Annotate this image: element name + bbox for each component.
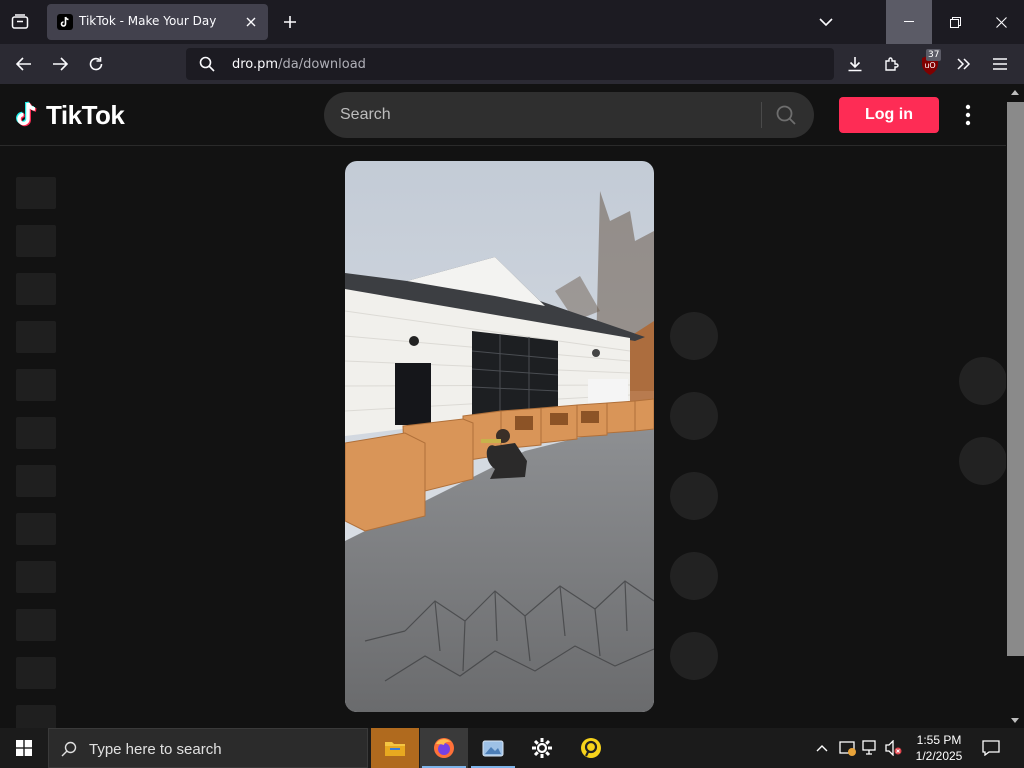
scroll-up-icon[interactable]: [1008, 86, 1022, 98]
tab-list-icon[interactable]: [8, 10, 32, 34]
sidebar-skeleton: [16, 609, 56, 641]
puzzle-icon[interactable]: [880, 52, 904, 76]
security-tray-icon[interactable]: [838, 738, 858, 758]
video-player[interactable]: [345, 161, 654, 712]
hamburger-icon[interactable]: [988, 52, 1012, 76]
network-icon[interactable]: [861, 738, 881, 758]
tiktok-logo-text[interactable]: TikTok: [46, 100, 125, 131]
sidebar-skeleton: [16, 273, 56, 305]
firefox-icon[interactable]: [420, 728, 468, 768]
plus-icon[interactable]: [278, 10, 302, 34]
tiktok-search-input[interactable]: Search: [324, 92, 814, 138]
clock-time: 1:55 PM: [916, 733, 962, 747]
app-icon[interactable]: [567, 728, 615, 768]
address-bar[interactable]: dro.pm/da/download: [186, 48, 834, 80]
arrow-right-icon[interactable]: [48, 52, 72, 76]
photos-app-icon[interactable]: [469, 728, 517, 768]
close-tab-icon[interactable]: [241, 12, 261, 32]
taskbar-search-input[interactable]: Type here to search: [48, 728, 368, 768]
search-divider: [761, 102, 762, 128]
sidebar-skeleton: [16, 561, 56, 593]
sidebar-skeleton: [16, 657, 56, 689]
sidebar-skeleton: [16, 705, 56, 728]
close-icon: [995, 16, 1007, 28]
browser-tab-bar: TikTok - Make Your Day: [0, 0, 1024, 44]
file-explorer-icon[interactable]: [371, 728, 419, 768]
nav-up-placeholder: [959, 357, 1006, 405]
action-button-placeholder: [670, 472, 718, 520]
nav-down-placeholder: [959, 437, 1006, 485]
taskbar-clock[interactable]: 1:55 PM 1/2/2025: [908, 732, 970, 764]
svg-text:uO: uO: [924, 61, 935, 70]
url-path: /da/download: [278, 57, 366, 72]
scroll-down-icon[interactable]: [1008, 714, 1022, 726]
login-button[interactable]: Log in: [839, 97, 939, 133]
search-icon: [198, 55, 216, 73]
chevron-up-icon[interactable]: [814, 740, 830, 756]
tiktok-header: TikTok Search Log in: [0, 84, 1006, 146]
action-button-placeholder: [670, 552, 718, 600]
browser-nav-bar: dro.pm/da/download uO 37: [0, 44, 1024, 84]
sidebar-skeleton: [16, 513, 56, 545]
minimize-icon: [904, 21, 914, 22]
tab-title: TikTok - Make Your Day: [79, 14, 217, 28]
sidebar-skeleton: [16, 369, 56, 401]
sidebar-skeleton: [16, 321, 56, 353]
minimize-button[interactable]: [886, 0, 932, 44]
tiktok-logo-icon[interactable]: [14, 100, 42, 130]
reload-icon[interactable]: [84, 52, 108, 76]
gear-icon[interactable]: [518, 728, 566, 768]
sidebar-skeleton: [16, 225, 56, 257]
chevron-double-right-icon[interactable]: [952, 52, 976, 76]
notification-icon[interactable]: [980, 738, 1002, 758]
action-button-placeholder: [670, 632, 718, 680]
extension-badge: 37: [926, 49, 942, 61]
action-button-placeholder: [670, 392, 718, 440]
scrollbar-thumb[interactable]: [1007, 102, 1024, 656]
sidebar-skeleton: [16, 177, 56, 209]
more-options-icon[interactable]: [958, 102, 978, 128]
url-text: dro.pm/da/download: [232, 57, 366, 72]
search-placeholder: Search: [340, 106, 391, 123]
search-icon: [59, 739, 79, 759]
download-icon[interactable]: [843, 52, 867, 76]
tiktok-favicon-icon: [57, 14, 73, 30]
url-domain: dro.pm: [232, 57, 279, 72]
taskbar-search-placeholder: Type here to search: [89, 741, 222, 758]
close-window-button[interactable]: [978, 0, 1024, 44]
restore-button[interactable]: [932, 0, 978, 44]
arrow-left-icon[interactable]: [12, 52, 36, 76]
ublock-extension-button[interactable]: uO 37: [918, 49, 942, 76]
volume-muted-icon[interactable]: [884, 738, 904, 758]
tab-tiktok[interactable]: TikTok - Make Your Day: [47, 4, 268, 40]
search-icon[interactable]: [774, 104, 798, 126]
windows-taskbar: Type here to search 1:55 PM 1/2/2025: [0, 728, 1024, 768]
windows-start-icon[interactable]: [0, 728, 48, 768]
restore-icon: [949, 16, 961, 28]
sidebar-skeleton: [16, 465, 56, 497]
tiktok-page: TikTok Search Log in: [0, 84, 1006, 728]
video-frame: [345, 161, 654, 712]
clock-date: 1/2/2025: [915, 749, 963, 763]
sidebar-skeleton: [16, 417, 56, 449]
chevron-down-icon[interactable]: [814, 10, 838, 34]
action-button-placeholder: [670, 312, 718, 360]
